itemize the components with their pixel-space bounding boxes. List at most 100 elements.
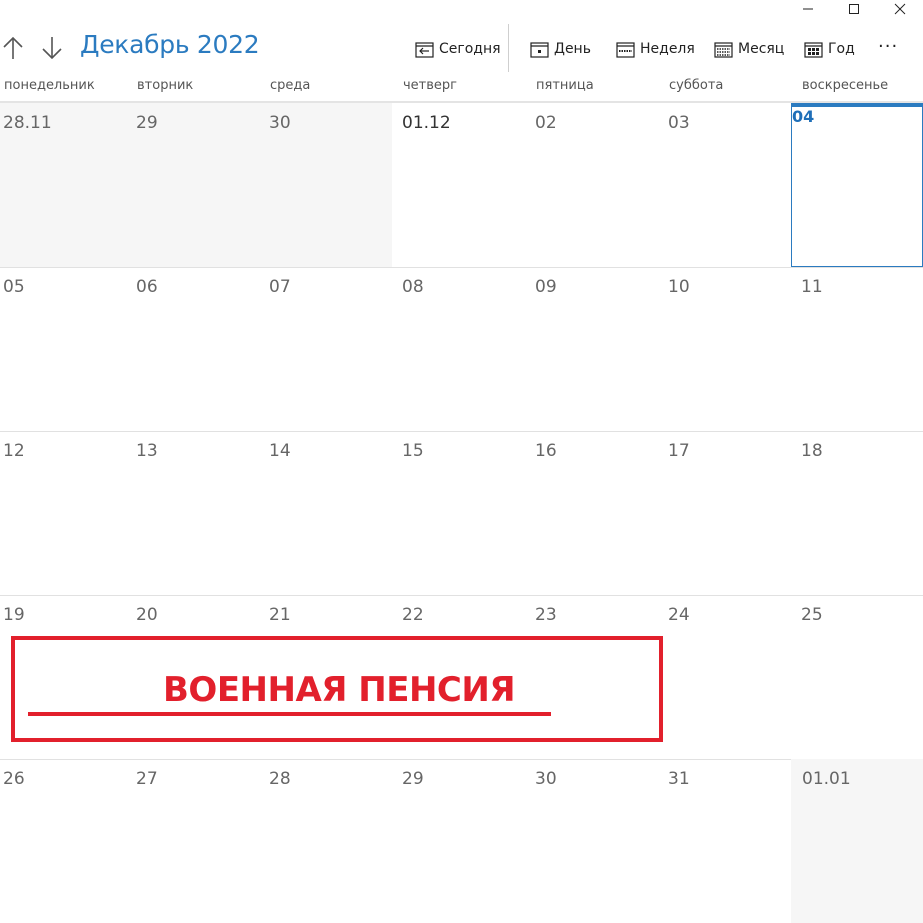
banner-underline (28, 712, 551, 716)
week-view-button[interactable]: Неделя (616, 36, 695, 62)
day-number: 07 (269, 277, 291, 297)
calendar-week-icon (616, 41, 635, 58)
day-number: 25 (801, 605, 823, 625)
day-number: 22 (402, 605, 424, 625)
day-cell[interactable]: 05 (0, 267, 133, 431)
minimize-icon (803, 8, 813, 10)
window-controls (785, 0, 923, 18)
today-number: 04 (792, 107, 815, 126)
banner-text: ВОЕННАЯ ПЕНСИЯ (163, 670, 516, 710)
close-button[interactable] (877, 0, 923, 18)
close-icon (894, 3, 906, 15)
day-number: 01.12 (402, 113, 451, 133)
weekday-label: вторник (137, 78, 194, 93)
today-label: Сегодня (439, 41, 501, 57)
day-number: 29 (402, 769, 424, 789)
maximize-button[interactable] (831, 0, 877, 18)
day-number: 26 (3, 769, 25, 789)
day-number: 28 (269, 769, 291, 789)
day-number: 21 (269, 605, 291, 625)
day-cell[interactable]: 27 (133, 759, 266, 923)
day-number: 30 (269, 113, 291, 133)
month-label: Месяц (738, 41, 785, 57)
day-number: 14 (269, 441, 291, 461)
day-number: 27 (136, 769, 158, 789)
month-title[interactable]: Декабрь 2022 (80, 30, 260, 59)
day-cell[interactable]: 15 (399, 431, 532, 595)
day-cell[interactable]: 01.12 (399, 103, 532, 267)
day-number: 16 (535, 441, 557, 461)
day-number: 15 (402, 441, 424, 461)
day-number: 12 (3, 441, 25, 461)
calendar-header: Декабрь 2022 Сегодня День Неделя Месяц Г… (0, 24, 923, 72)
day-cell[interactable]: 14 (266, 431, 399, 595)
more-options-button[interactable]: ··· (878, 36, 898, 57)
arrow-down-icon (42, 37, 62, 60)
day-cell[interactable]: 08 (399, 267, 532, 431)
day-cell[interactable]: 06 (133, 267, 266, 431)
calendar-month-icon (714, 41, 733, 58)
toolbar-separator (508, 24, 509, 72)
day-number: 17 (668, 441, 690, 461)
minimize-button[interactable] (785, 0, 831, 18)
day-cell[interactable]: 16 (532, 431, 665, 595)
day-cell[interactable]: 12 (0, 431, 133, 595)
day-number: 20 (136, 605, 158, 625)
day-cell[interactable]: 17 (665, 431, 798, 595)
day-cell[interactable]: 18 (798, 431, 923, 595)
day-number: 29 (136, 113, 158, 133)
weekday-header-row: понедельник вторник среда четверг пятниц… (0, 76, 923, 96)
today-cell[interactable]: 04 (791, 103, 923, 267)
weekday-label: среда (270, 78, 311, 93)
day-cell[interactable]: 09 (532, 267, 665, 431)
week-label: Неделя (640, 41, 695, 57)
day-number: 10 (668, 277, 690, 297)
day-cell[interactable]: 11 (798, 267, 923, 431)
previous-month-button[interactable] (0, 34, 26, 62)
day-cell[interactable]: 07 (266, 267, 399, 431)
day-number: 08 (402, 277, 424, 297)
month-view-button[interactable]: Месяц (714, 36, 784, 62)
day-cell[interactable]: 03 (665, 103, 798, 267)
day-cell[interactable]: 01.01 (791, 759, 923, 923)
year-view-button[interactable]: Год (804, 36, 855, 62)
day-cell[interactable]: 29 (133, 103, 266, 267)
day-number: 28.11 (3, 113, 52, 133)
day-cell[interactable]: 13 (133, 431, 266, 595)
day-number: 19 (3, 605, 25, 625)
day-number: 01.01 (802, 769, 851, 789)
day-cell[interactable]: 28 (266, 759, 399, 923)
today-button[interactable]: Сегодня (415, 36, 501, 62)
day-number: 05 (3, 277, 25, 297)
day-cell[interactable]: 26 (0, 759, 133, 923)
day-cell[interactable]: 30 (266, 103, 392, 267)
day-cell[interactable]: 28.11 (0, 103, 133, 267)
calendar-today-icon (415, 41, 434, 58)
day-cell[interactable]: 30 (532, 759, 665, 923)
day-cell[interactable]: 31 (665, 759, 791, 923)
year-label: Год (828, 41, 855, 57)
day-number: 30 (535, 769, 557, 789)
calendar-year-icon (804, 41, 823, 58)
day-cell[interactable]: 10 (665, 267, 798, 431)
weekday-label: понедельник (4, 78, 95, 93)
day-number: 03 (668, 113, 690, 133)
day-view-button[interactable]: День (530, 36, 591, 62)
day-number: 09 (535, 277, 557, 297)
day-cell[interactable]: 29 (399, 759, 532, 923)
day-number: 02 (535, 113, 557, 133)
weekday-label: воскресенье (802, 78, 889, 93)
annotation-banner: ВОЕННАЯ ПЕНСИЯ (11, 636, 663, 742)
next-month-button[interactable] (39, 34, 65, 62)
arrow-up-icon (3, 36, 23, 59)
day-label: День (554, 41, 591, 57)
day-number: 06 (136, 277, 158, 297)
day-cell[interactable]: 25 (798, 595, 923, 759)
day-number: 23 (535, 605, 557, 625)
day-cell[interactable]: 02 (532, 103, 665, 267)
weekday-label: суббота (669, 78, 724, 93)
maximize-icon (849, 4, 859, 14)
day-number: 11 (801, 277, 823, 297)
day-number: 24 (668, 605, 690, 625)
day-cell[interactable]: 24 (665, 595, 798, 759)
